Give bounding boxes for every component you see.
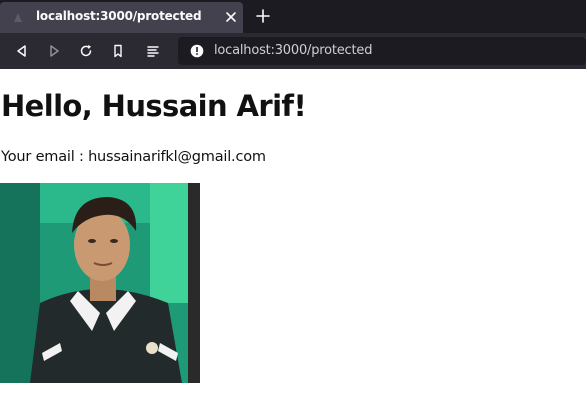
browser-chrome: localhost:3000/protected localhost:3000/… — [0, 0, 586, 69]
page-title: Hello, Hussain Arif! — [1, 89, 307, 123]
reader-view-icon — [147, 46, 159, 57]
url-text: localhost:3000/protected — [214, 43, 373, 58]
email-label: Your email : — [1, 149, 89, 165]
plus-icon[interactable] — [255, 8, 271, 24]
email-value: hussainarifkl@gmail.com — [88, 149, 266, 165]
close-icon[interactable] — [225, 11, 237, 23]
tab-title: localhost:3000/protected — [36, 9, 202, 23]
url-bar[interactable]: localhost:3000/protected — [178, 37, 586, 65]
profile-photo — [0, 183, 200, 383]
navigation-toolbar: localhost:3000/protected — [0, 33, 586, 69]
bookmark-icon — [114, 44, 122, 58]
info-icon[interactable] — [190, 44, 204, 58]
forward-arrow-icon — [50, 45, 59, 57]
forward-button[interactable] — [44, 41, 64, 61]
reload-button[interactable] — [76, 41, 96, 61]
reader-view-button[interactable] — [143, 41, 163, 61]
bookmark-button[interactable] — [108, 41, 128, 61]
page-content: Hello, Hussain Arif! Your email : hussai… — [0, 69, 586, 413]
back-arrow-icon — [17, 45, 26, 57]
page-icon — [14, 13, 22, 22]
back-button[interactable] — [12, 41, 32, 61]
profile-photo-image — [0, 183, 200, 383]
active-tab[interactable]: localhost:3000/protected — [0, 2, 243, 33]
email-line: Your email : hussainarifkl@gmail.com — [1, 149, 266, 165]
tab-strip: localhost:3000/protected — [0, 0, 586, 33]
reload-icon — [80, 45, 92, 57]
